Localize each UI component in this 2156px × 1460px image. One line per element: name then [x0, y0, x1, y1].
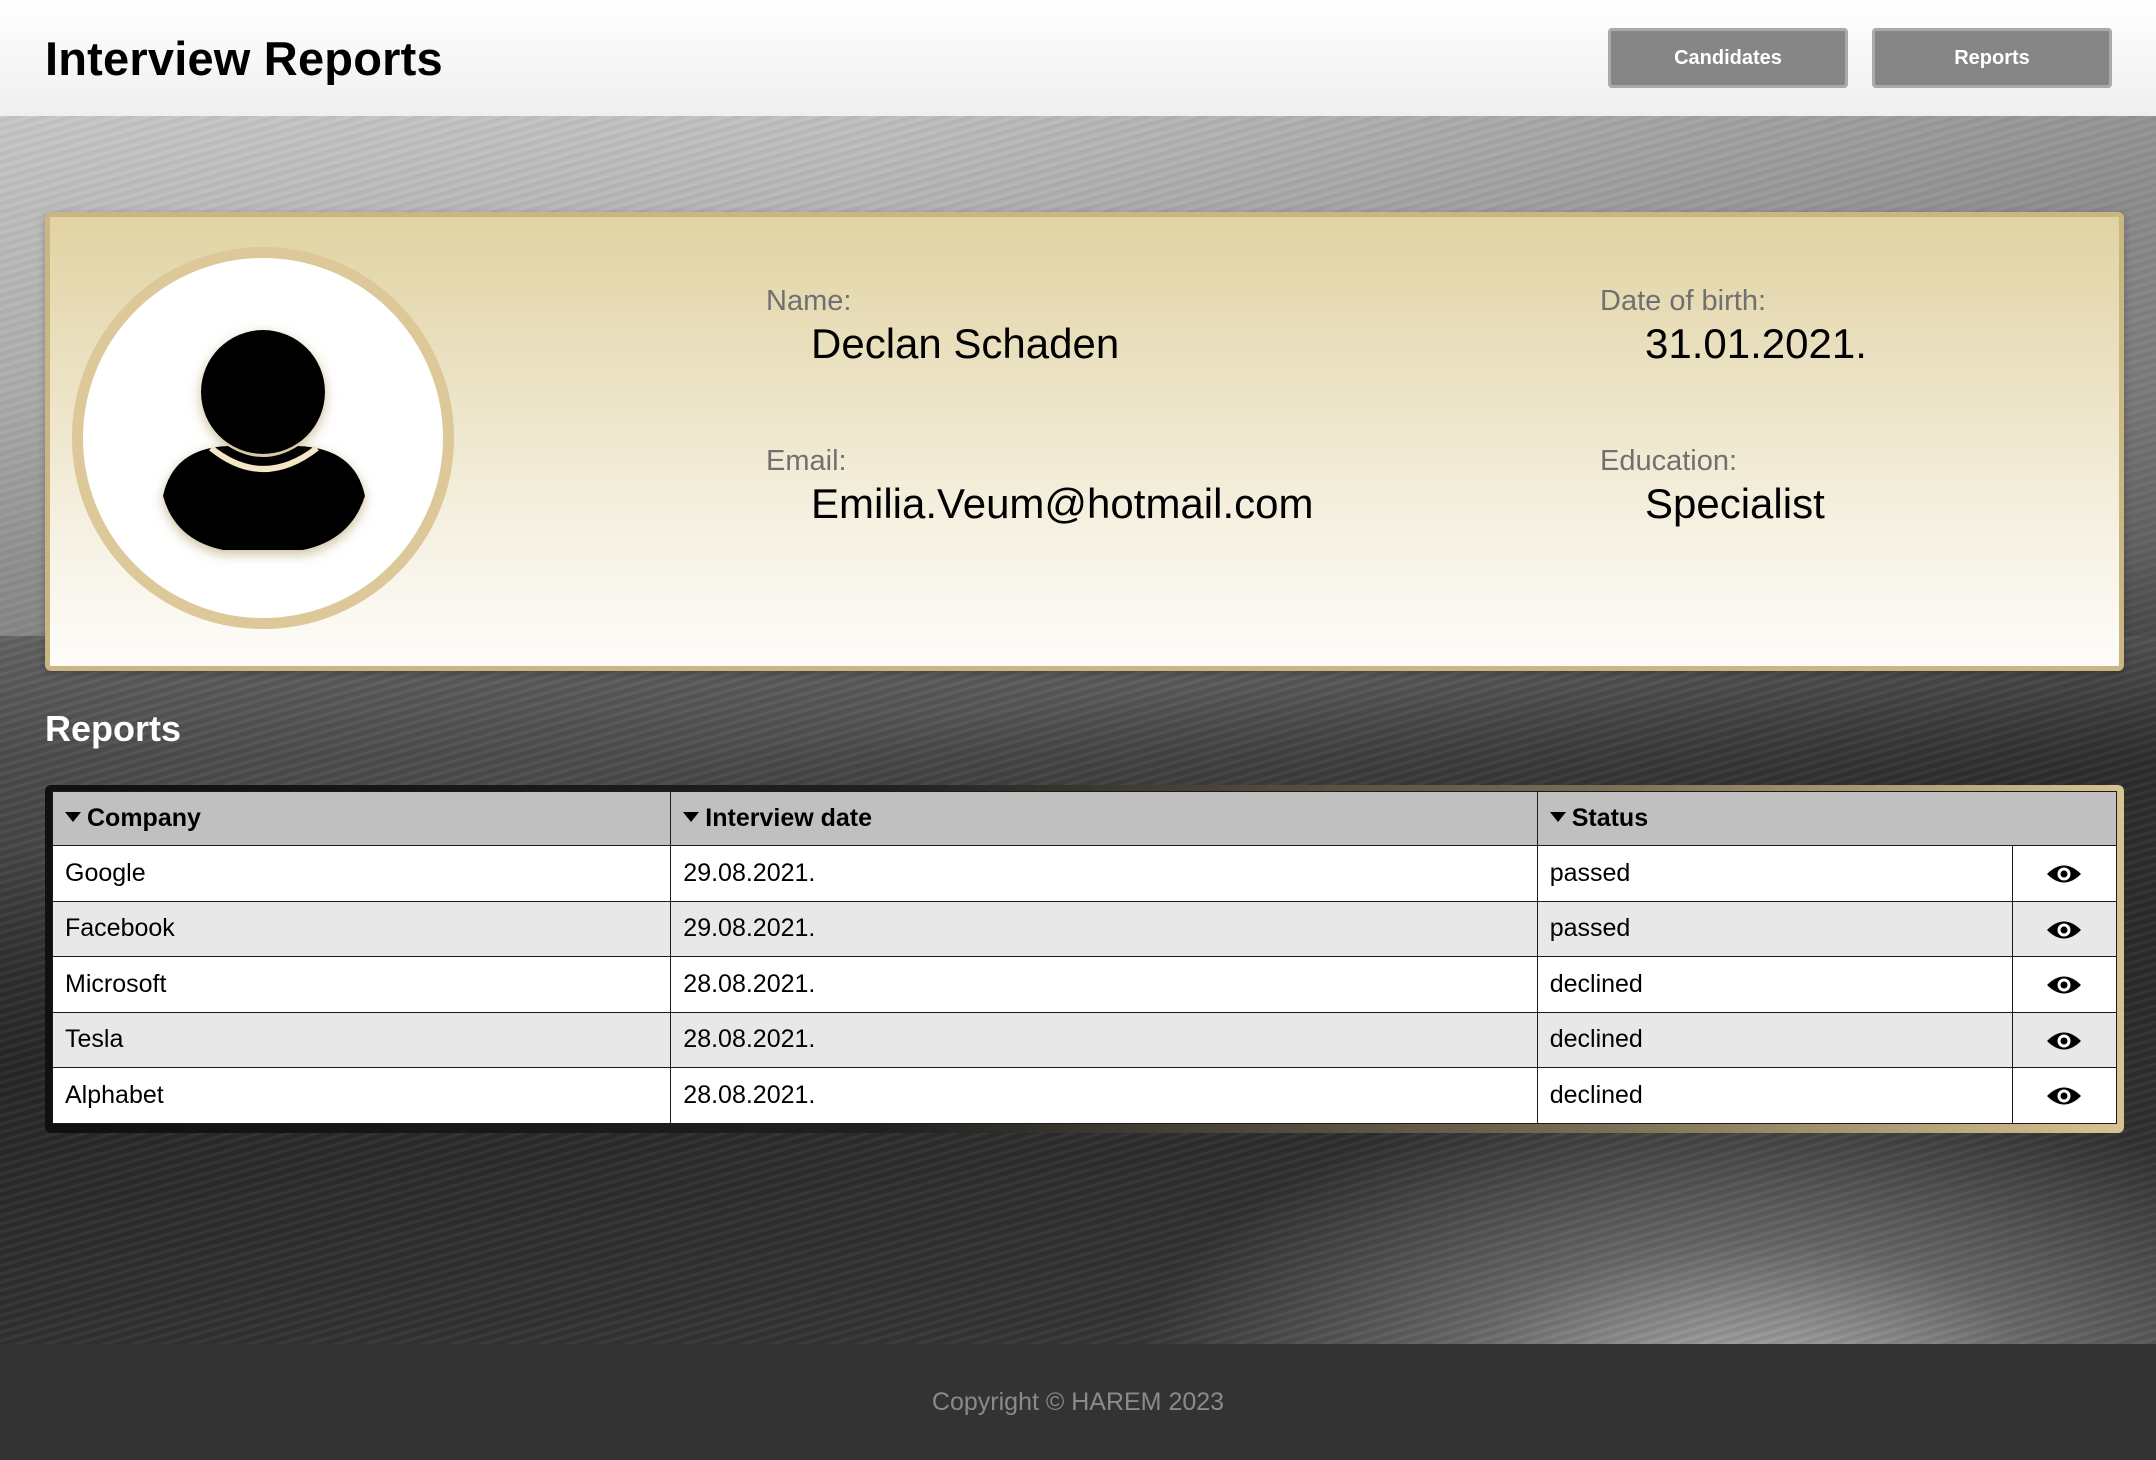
eye-icon[interactable] — [2045, 861, 2083, 887]
sort-caret-icon — [683, 812, 700, 823]
interview-date-cell: 29.08.2021. — [670, 845, 1538, 902]
email-label: Email: — [766, 445, 847, 477]
footer: Copyright © HAREM 2023 — [0, 1344, 2156, 1460]
dob-value: 31.01.2021. — [1645, 320, 1867, 367]
eye-icon[interactable] — [2045, 917, 2083, 943]
view-report-cell — [2011, 1011, 2118, 1068]
user-silhouette-icon — [163, 330, 365, 550]
top-bar: Interview Reports Candidates Reports — [0, 0, 2156, 116]
view-report-cell — [2011, 900, 2118, 957]
sort-caret-icon — [1549, 812, 1566, 823]
view-report-cell — [2011, 845, 2118, 902]
eye-icon[interactable] — [2045, 1028, 2083, 1054]
eye-icon[interactable] — [2045, 1083, 2083, 1109]
column-header-label: Company — [87, 804, 201, 832]
table-row: Alphabet 28.08.2021. declined — [51, 1067, 2118, 1124]
table-row: Facebook 29.08.2021. passed — [51, 900, 2118, 957]
column-header-interview-date[interactable]: Interview date — [670, 791, 1538, 846]
reports-table: Company Interview date Status Google 29.… — [51, 791, 2118, 1124]
candidates-button[interactable]: Candidates — [1608, 28, 1848, 88]
main-nav: Candidates Reports — [1608, 28, 2112, 88]
eye-icon[interactable] — [2045, 972, 2083, 998]
column-header-status[interactable]: Status — [1536, 791, 2118, 846]
reports-heading: Reports — [45, 708, 182, 749]
status-cell: passed — [1536, 845, 2013, 902]
page-title: Interview Reports — [45, 31, 443, 85]
education-value: Specialist — [1645, 480, 1825, 527]
interview-date-cell: 29.08.2021. — [670, 900, 1538, 957]
column-header-label: Interview date — [705, 804, 873, 832]
name-label: Name: — [766, 285, 852, 317]
candidate-profile-card: Name: Declan Schaden Date of birth: 31.0… — [45, 212, 2124, 671]
status-cell: declined — [1536, 1067, 2013, 1124]
sort-caret-icon — [65, 812, 81, 823]
interview-date-cell: 28.08.2021. — [670, 1067, 1538, 1124]
avatar — [72, 247, 454, 629]
table-header-row: Company Interview date Status — [51, 791, 2118, 846]
copyright-text: Copyright © HAREM 2023 — [931, 1387, 1225, 1416]
table-row: Microsoft 28.08.2021. declined — [51, 956, 2118, 1013]
company-cell: Microsoft — [51, 956, 672, 1013]
dob-label: Date of birth: — [1600, 285, 1767, 317]
dob-field: Date of birth: 31.01.2021. — [1600, 285, 1867, 368]
interview-date-cell: 28.08.2021. — [670, 1011, 1538, 1068]
reports-button[interactable]: Reports — [1872, 28, 2112, 88]
education-label: Education: — [1600, 445, 1738, 477]
interview-date-cell: 28.08.2021. — [670, 956, 1538, 1013]
education-field: Education: Specialist — [1600, 445, 1825, 528]
table-row: Tesla 28.08.2021. declined — [51, 1011, 2118, 1068]
company-cell: Facebook — [51, 900, 672, 957]
column-header-company[interactable]: Company — [51, 791, 672, 846]
name-value: Declan Schaden — [811, 320, 1120, 367]
email-field: Email: Emilia.Veum@hotmail.com — [766, 445, 1313, 528]
status-cell: declined — [1536, 1011, 2013, 1068]
column-header-label: Status — [1571, 804, 1649, 832]
email-value: Emilia.Veum@hotmail.com — [811, 480, 1314, 527]
view-report-cell — [2011, 1067, 2118, 1124]
company-cell: Google — [51, 845, 672, 902]
company-cell: Tesla — [51, 1011, 672, 1068]
view-report-cell — [2011, 956, 2118, 1013]
table-row: Google 29.08.2021. passed — [51, 845, 2118, 902]
reports-table-container: Company Interview date Status Google 29.… — [45, 785, 2124, 1133]
status-cell: passed — [1536, 900, 2013, 957]
name-field: Name: Declan Schaden — [766, 285, 1119, 368]
status-cell: declined — [1536, 956, 2013, 1013]
company-cell: Alphabet — [51, 1067, 672, 1124]
